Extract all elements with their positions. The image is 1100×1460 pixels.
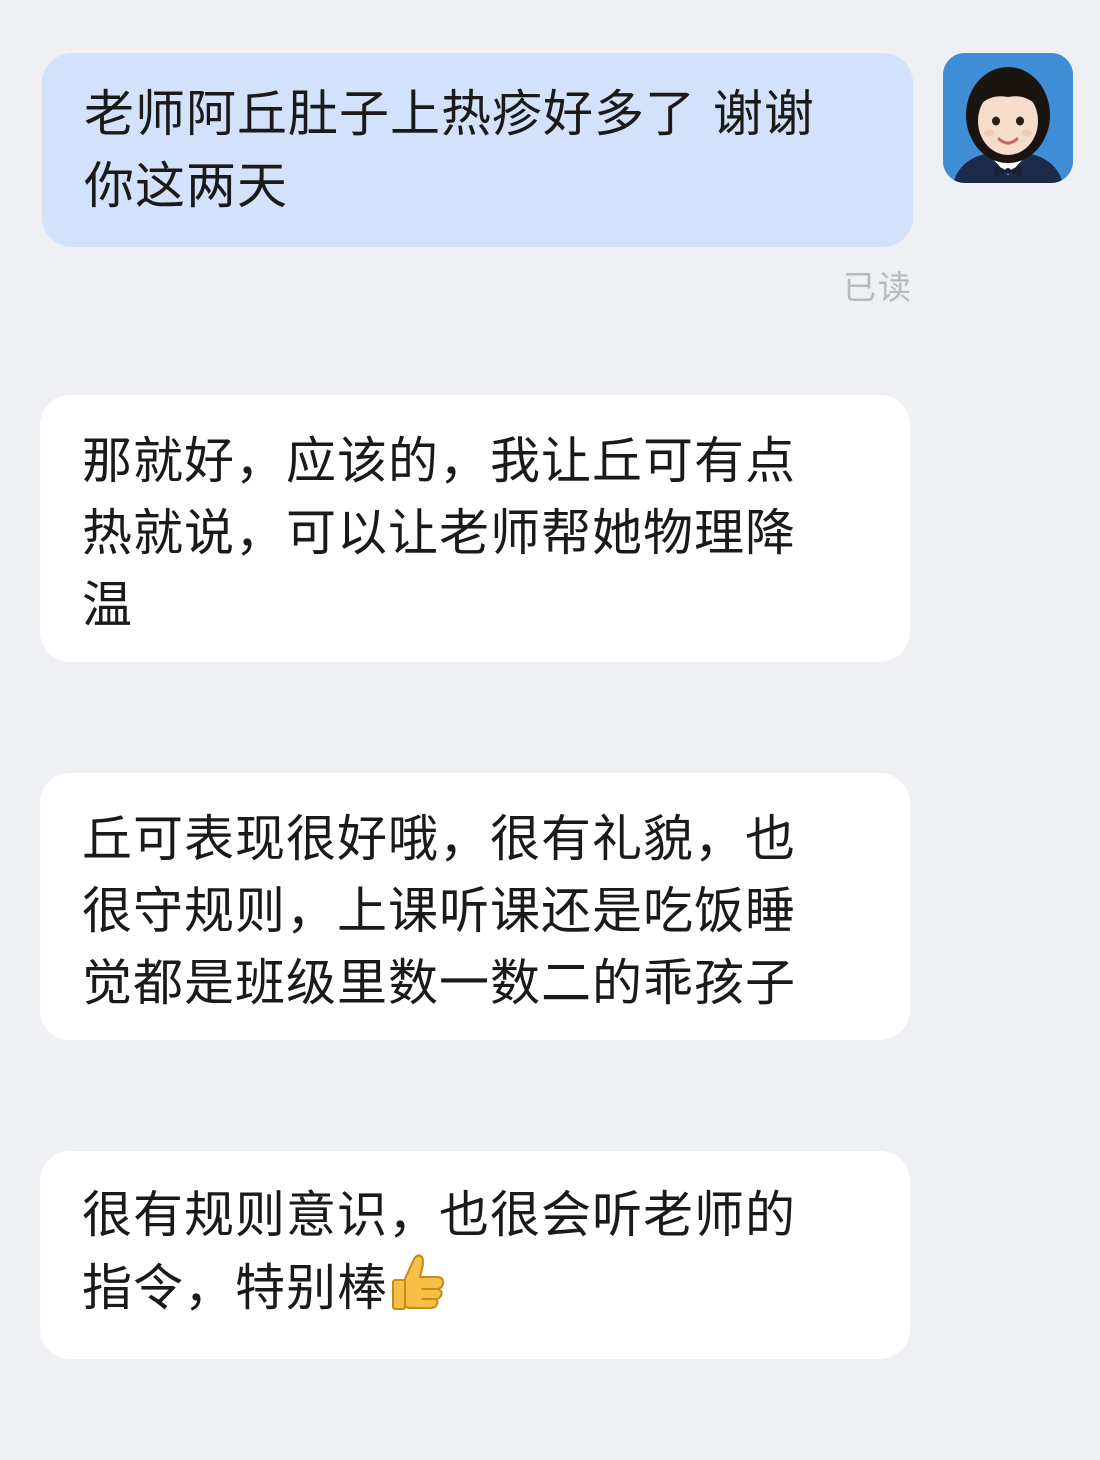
message-bubble-incoming[interactable]: 很有规则意识，也很会听老师的 指令，特别棒 [40,1151,910,1359]
thumbs-up-icon [390,1251,448,1330]
message-bubble-incoming[interactable]: 那就好，应该的，我让丘可有点 热就说，可以让老师帮她物理降 温 [40,395,910,662]
message-bubble-outgoing[interactable]: 老师阿丘肚子上热疹好多了 谢谢 你这两天 [42,53,913,247]
avatar-image [943,53,1073,183]
chat-window: 老师阿丘肚子上热疹好多了 谢谢 你这两天 已读 那就好，应该的，我让丘可有点 热… [0,0,1100,1460]
user-avatar[interactable] [943,53,1073,183]
read-status-label: 已读 [843,268,913,307]
message-bubble-incoming[interactable]: 丘可表现很好哦，很有礼貌，也 很守规则，上课听课还是吃饭睡 觉都是班级里数一数二… [40,773,910,1040]
